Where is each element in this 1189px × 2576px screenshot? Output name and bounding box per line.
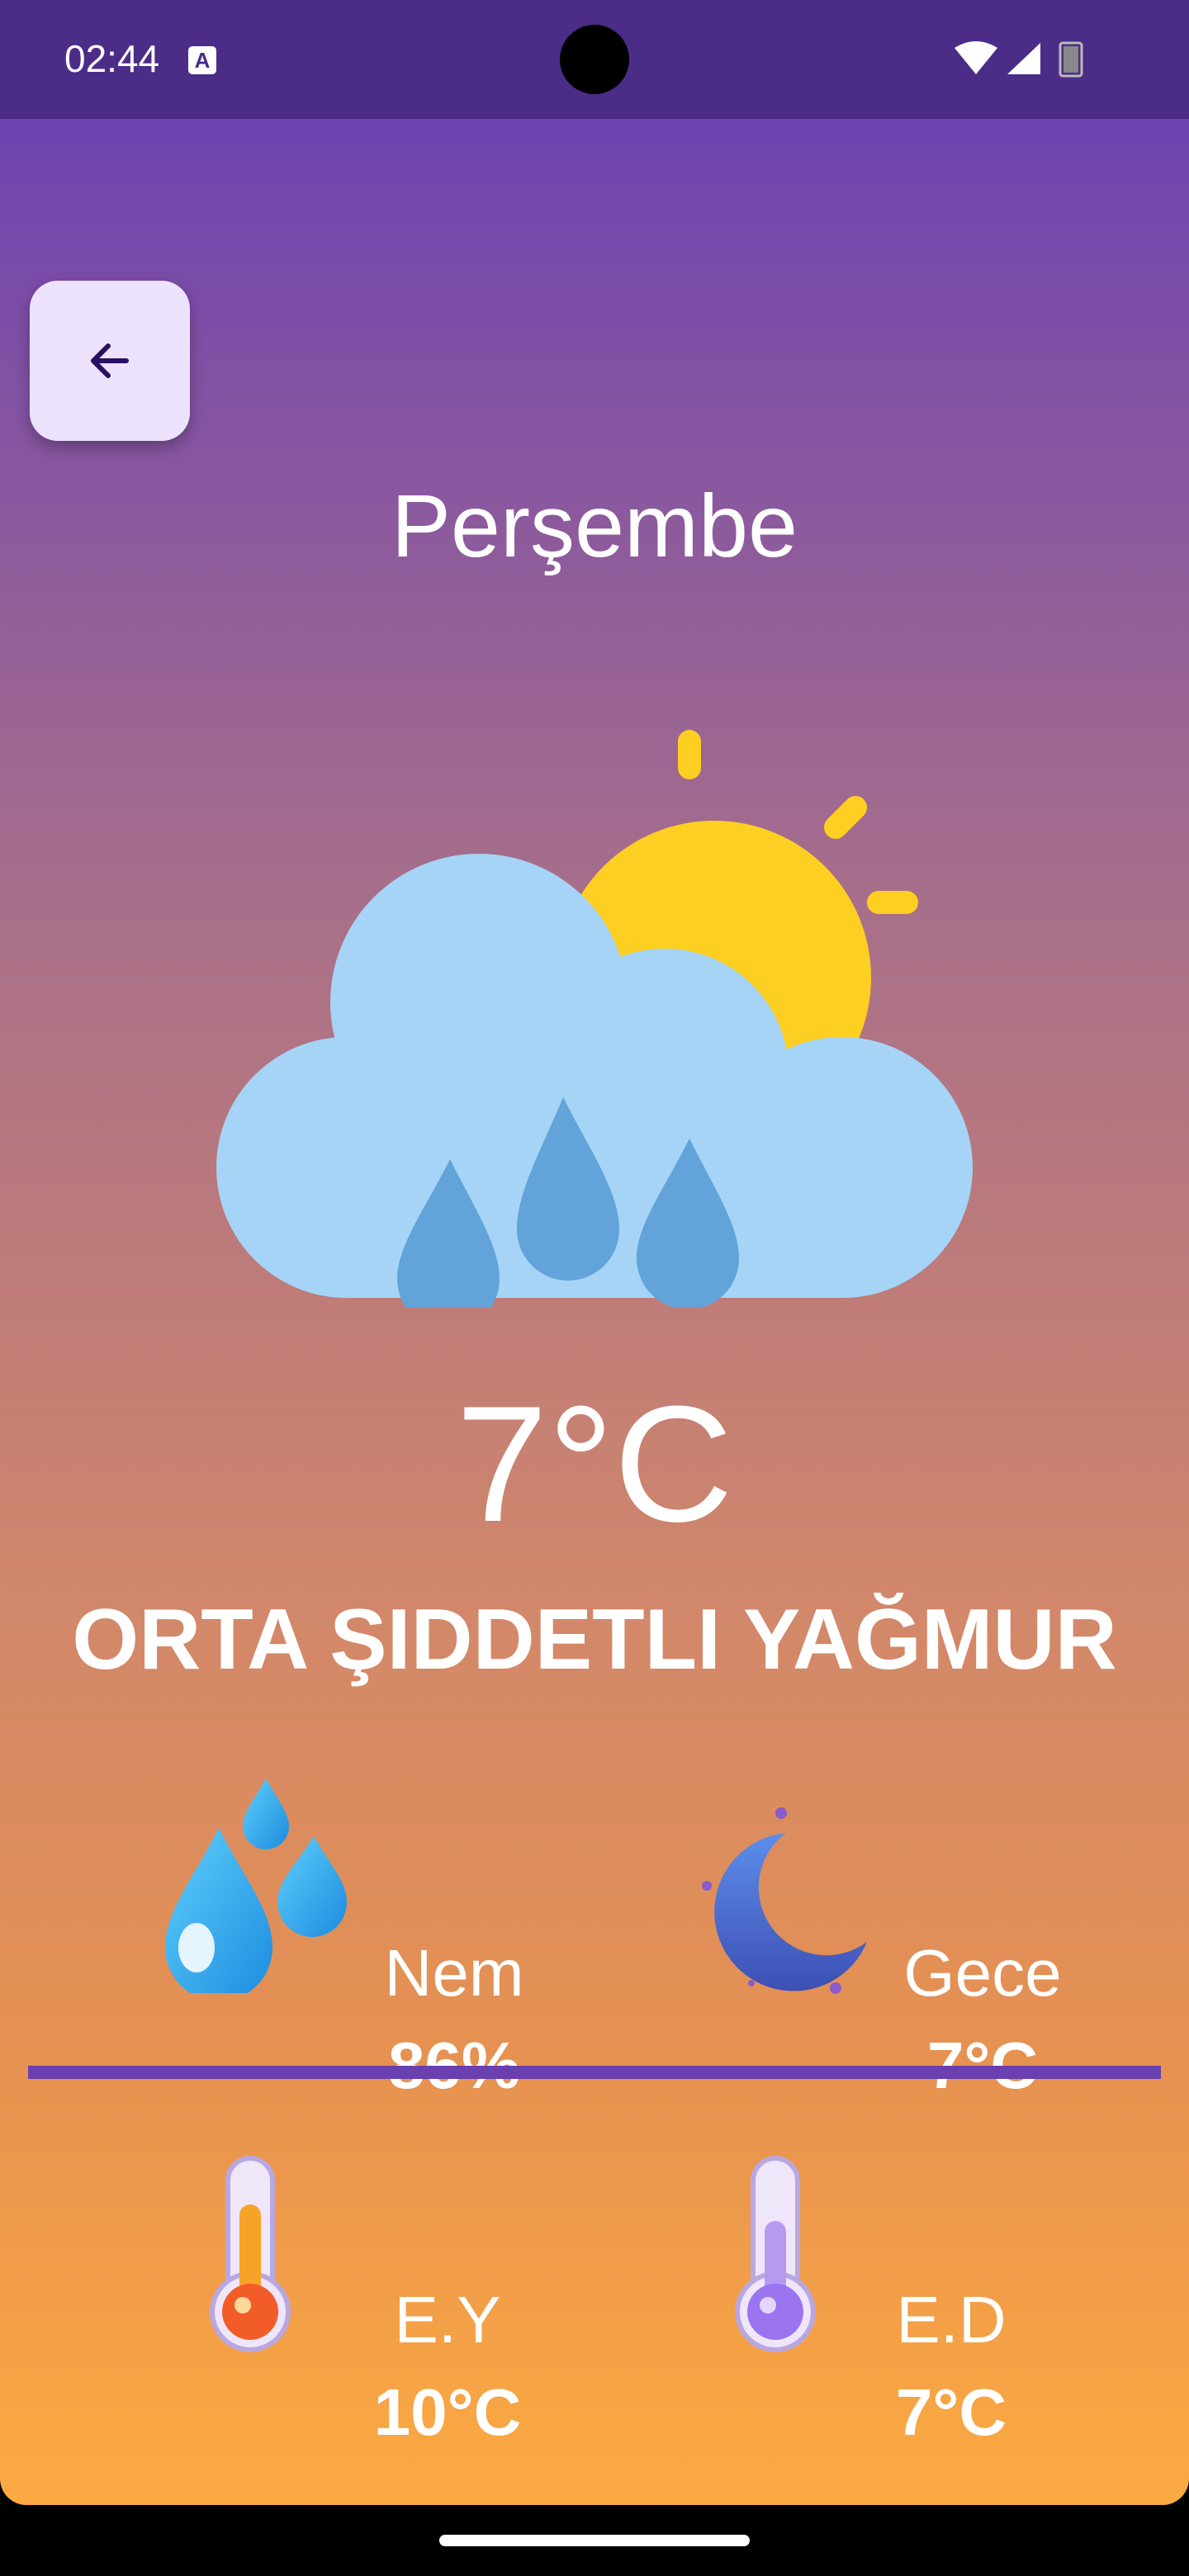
back-button[interactable] bbox=[30, 281, 190, 441]
min-temp-label: E.D bbox=[896, 2283, 1007, 2356]
sun-cloud-rain-icon bbox=[216, 730, 973, 1308]
weather-detail-screen: Perşembe 7°C ORTA ŞIDDETLI YAĞMUR Nem Ge… bbox=[0, 119, 1189, 2505]
thermometer-hot-icon bbox=[210, 2156, 291, 2352]
temperature: 7°C bbox=[456, 1372, 733, 1556]
status-time: 02:44 bbox=[64, 37, 160, 80]
status-bar: 02:44 A bbox=[0, 0, 1189, 119]
moon-icon bbox=[702, 1807, 867, 1994]
signal-icon bbox=[1007, 43, 1040, 74]
max-temp-value: 10°C bbox=[373, 2375, 522, 2449]
humidity-label: Nem bbox=[384, 1936, 524, 2010]
water-drops-icon bbox=[165, 1778, 347, 1993]
min-temp-value: 7°C bbox=[895, 2375, 1007, 2449]
arrow-left-icon bbox=[91, 343, 129, 378]
night-label: Gece bbox=[903, 1936, 1062, 2010]
status-icons bbox=[955, 41, 1083, 78]
camera-cutout bbox=[560, 25, 629, 94]
divider bbox=[28, 2066, 1161, 2079]
max-temp-label: E.Y bbox=[394, 2283, 501, 2356]
thermometer-cold-icon bbox=[735, 2156, 816, 2352]
a-icon: A bbox=[188, 46, 216, 74]
home-indicator[interactable] bbox=[439, 2535, 750, 2546]
weather-description: ORTA ŞIDDETLI YAĞMUR bbox=[72, 1592, 1117, 1688]
wifi-icon bbox=[955, 41, 997, 74]
day-title: Perşembe bbox=[391, 476, 798, 575]
